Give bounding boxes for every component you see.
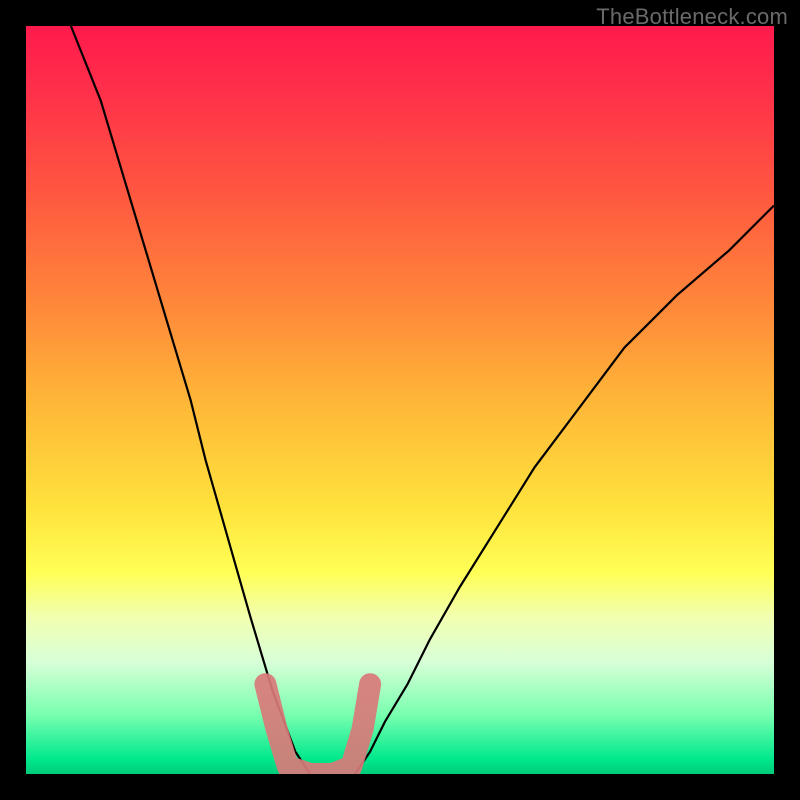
watermark-text: TheBottleneck.com — [596, 4, 788, 30]
optimum-marker — [265, 684, 370, 774]
gradient-plot-area — [26, 26, 774, 774]
left-curve — [71, 26, 310, 774]
outer-frame: TheBottleneck.com — [0, 0, 800, 800]
chart-svg — [26, 26, 774, 774]
right-curve — [355, 206, 774, 775]
